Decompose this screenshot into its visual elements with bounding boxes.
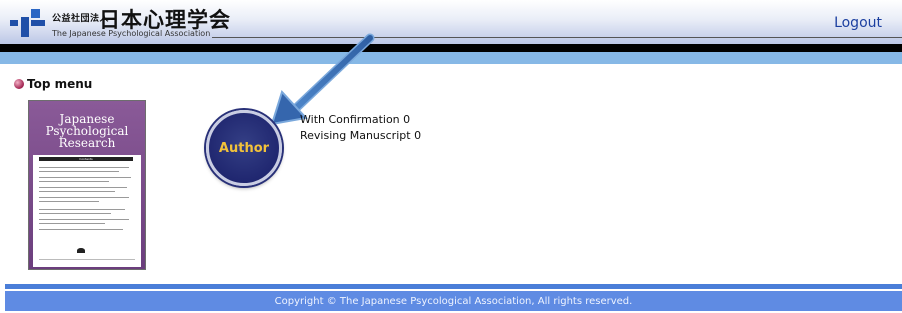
- status-count: 0: [403, 113, 411, 126]
- journal-cover-image: Japanese Psychological Research Contents: [28, 100, 146, 270]
- status-item-revising-manuscript[interactable]: Revising Manuscript 0: [300, 128, 421, 144]
- journal-contents-label: Contents: [39, 157, 133, 161]
- bullet-icon: [14, 79, 24, 89]
- copyright-text: Copyright © The Japanese Psycological As…: [274, 296, 633, 307]
- footer-rule: [5, 284, 902, 289]
- jpa-logo-icon: [10, 9, 45, 37]
- section-title: Top menu: [14, 77, 92, 91]
- org-name-en: The Japanese Psychological Association: [52, 29, 211, 38]
- logout-link[interactable]: Logout: [834, 15, 882, 31]
- status-item-with-confirmation[interactable]: With Confirmation 0: [300, 112, 421, 128]
- journal-cover-title: Japanese Psychological Research: [45, 112, 129, 150]
- footer: Copyright © The Japanese Psycological As…: [5, 291, 902, 311]
- site-header: 公益社団法人 日本心理学会 The Japanese Psychological…: [0, 0, 902, 44]
- publisher-logo-icon: [77, 248, 85, 253]
- header-band-blue: [0, 52, 902, 64]
- status-list: With Confirmation 0 Revising Manuscript …: [300, 112, 421, 144]
- author-button[interactable]: Author: [206, 110, 282, 186]
- author-button-label: Author: [218, 140, 270, 156]
- status-count: 0: [414, 129, 422, 142]
- header-band-black: [0, 44, 902, 52]
- journal-cover-contents: Contents: [33, 155, 141, 267]
- section-title-text: Top menu: [27, 77, 93, 91]
